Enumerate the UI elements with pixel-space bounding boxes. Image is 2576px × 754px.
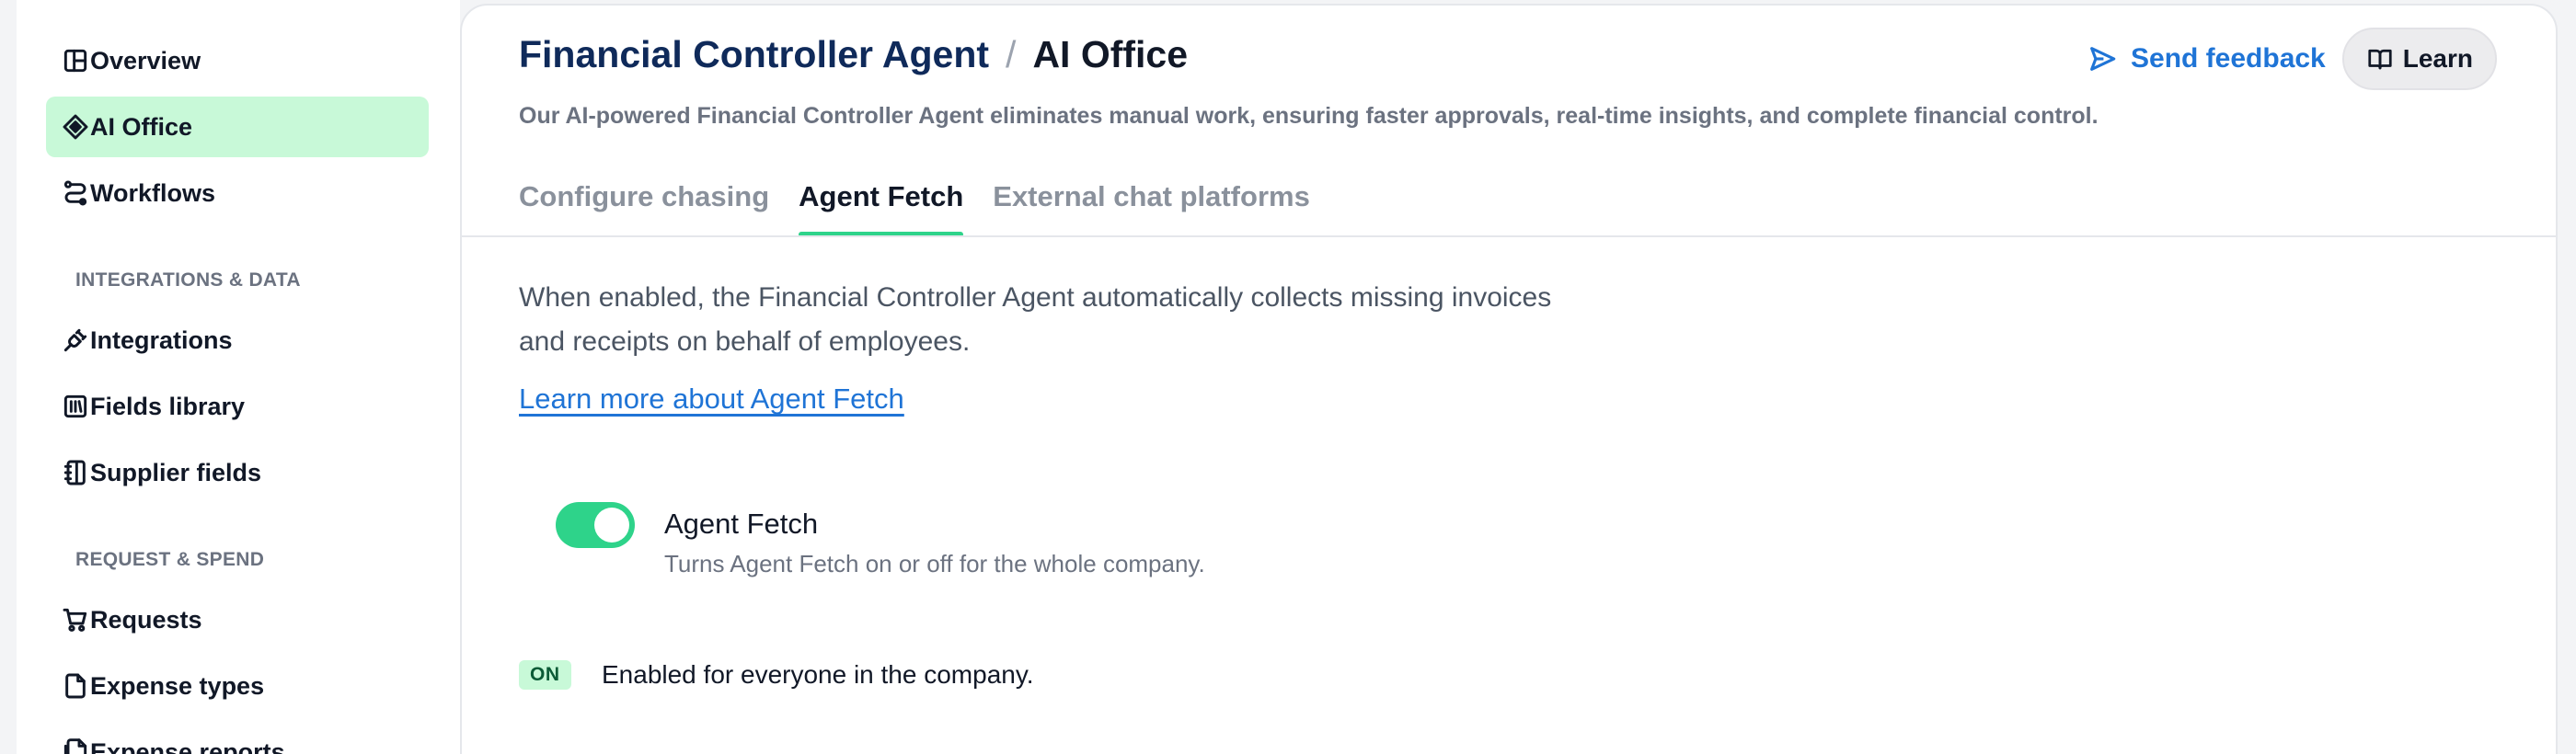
learn-more-link[interactable]: Learn more about Agent Fetch <box>519 383 904 416</box>
tabs-divider <box>462 235 2556 237</box>
sidebar-item-integrations[interactable]: Integrations <box>46 310 429 371</box>
description-line-1: When enabled, the Financial Controller A… <box>519 282 1552 313</box>
toggle-knob <box>594 508 629 543</box>
learn-label: Learn <box>2402 44 2473 73</box>
sidebar-item-workflows[interactable]: Workflows <box>46 163 429 223</box>
breadcrumb: Financial Controller Agent / AI Office <box>519 33 1188 76</box>
sidebar-item-ai-office[interactable]: AI Office <box>46 97 429 157</box>
tab-agent-fetch[interactable]: Agent Fetch <box>799 177 964 237</box>
send-feedback-label: Send feedback <box>2131 43 2326 74</box>
tab-external-chat-platforms[interactable]: External chat platforms <box>993 177 1310 237</box>
sidebar-item-expense-reports[interactable]: Expense reports <box>46 722 429 754</box>
sidebar-item-label: Expense types <box>90 671 265 700</box>
sidebar-item-label: Workflows <box>90 178 216 207</box>
cart-icon <box>61 605 90 634</box>
sidebar-item-label: Fields library <box>90 392 246 420</box>
sidebar-item-fields-library[interactable]: Fields library <box>46 376 429 437</box>
description-line-2: and receipts on behalf of employees. <box>519 326 971 357</box>
notebook-icon <box>61 458 90 487</box>
agent-fetch-description: When enabled, the Financial Controller A… <box>519 276 1752 364</box>
breadcrumb-separator: / <box>1006 33 1017 75</box>
tab-bar: Configure chasing Agent Fetch External c… <box>519 177 1340 237</box>
sidebar-item-overview[interactable]: Overview <box>46 30 429 91</box>
workflow-icon <box>61 178 90 208</box>
app-root: Overview AI Office Workflows INTEGRATION… <box>0 0 2576 754</box>
section-label-request-spend: REQUEST & SPEND <box>75 549 265 570</box>
tab-configure-chasing[interactable]: Configure chasing <box>519 177 769 237</box>
sidebar-item-label: Overview <box>90 46 201 74</box>
agent-fetch-toggle[interactable] <box>556 502 635 548</box>
files-icon <box>61 737 90 754</box>
main-panel: Financial Controller Agent / AI Office S… <box>460 4 2558 754</box>
toggle-title: Agent Fetch <box>664 508 819 540</box>
sidebar-item-requests[interactable]: Requests <box>46 589 429 650</box>
sidebar-item-label: Expense reports <box>90 737 285 754</box>
page-subtitle: Our AI-powered Financial Controller Agen… <box>519 103 2099 129</box>
learn-button[interactable]: Learn <box>2341 28 2497 90</box>
breadcrumb-parent[interactable]: Financial Controller Agent <box>519 33 989 76</box>
header-actions: Send feedback Learn <box>2087 28 2497 90</box>
section-label-integrations: INTEGRATIONS & DATA <box>75 269 301 291</box>
library-icon <box>61 392 90 421</box>
sidebar-item-supplier-fields[interactable]: Supplier fields <box>46 442 429 503</box>
sidebar-item-label: AI Office <box>90 112 193 141</box>
toggle-description: Turns Agent Fetch on or off for the whol… <box>664 550 1205 577</box>
plug-icon <box>61 326 90 355</box>
book-open-icon <box>2366 45 2394 73</box>
sidebar-item-label: Requests <box>90 605 202 634</box>
sidebar-item-label: Supplier fields <box>90 458 262 486</box>
sparkle-diamond-icon <box>61 112 90 142</box>
status-text: Enabled for everyone in the company. <box>602 660 1034 689</box>
file-icon <box>61 671 90 701</box>
send-feedback-button[interactable]: Send feedback <box>2087 43 2326 74</box>
status-badge: ON <box>519 660 571 690</box>
layout-grid-icon <box>61 46 90 75</box>
page-title: AI Office <box>1032 33 1189 75</box>
sidebar-item-expense-types[interactable]: Expense types <box>46 656 429 716</box>
sidebar-item-label: Integrations <box>90 326 233 354</box>
send-icon <box>2087 43 2118 74</box>
sidebar: Overview AI Office Workflows INTEGRATION… <box>17 0 460 754</box>
